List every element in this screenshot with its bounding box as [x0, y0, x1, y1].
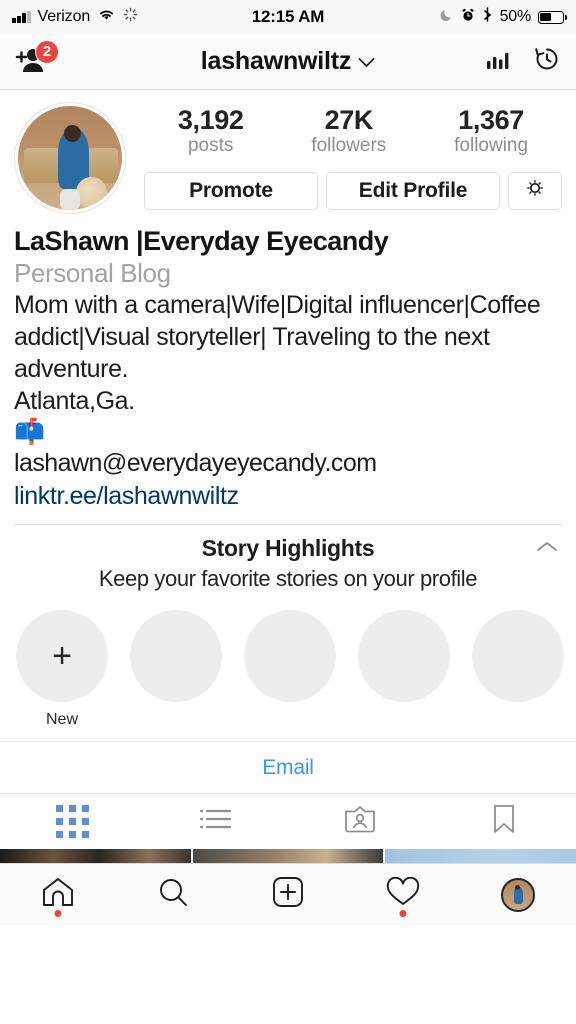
battery-icon: [538, 10, 568, 24]
tagged-person-icon: [343, 803, 377, 840]
story-highlights-subtitle: Keep your favorite stories on your profi…: [98, 566, 478, 592]
home-tab[interactable]: [0, 864, 115, 925]
profile-avatar[interactable]: [14, 102, 126, 214]
following-count: 1,367: [458, 105, 524, 135]
bio-website-link[interactable]: linktr.ee/lashawnwiltz: [14, 480, 562, 513]
heart-icon: [386, 876, 420, 912]
highlight-placeholder[interactable]: [244, 610, 336, 729]
posts-count: 3,192: [177, 105, 244, 135]
username-label: lashawnwiltz: [200, 47, 352, 75]
highlight-placeholder-circle: [358, 610, 450, 703]
plus-square-icon: [272, 876, 304, 913]
profile-avatar-icon: [501, 877, 536, 912]
highlight-placeholder-circle: [130, 610, 222, 703]
activity-notification-dot: [399, 910, 407, 918]
bottom-tab-bar: [0, 863, 576, 926]
instagram-profile-screen: Verizon 12:15 AM 50% 2 lashawnwiltz 3,19…: [0, 0, 576, 1024]
alarm-clock-icon: [461, 7, 475, 27]
highlight-placeholder-circle: [472, 610, 564, 703]
photo-thumbnail[interactable]: [192, 849, 384, 864]
wifi-icon: [97, 7, 116, 27]
status-bar: Verizon 12:15 AM 50%: [0, 0, 576, 34]
navigation-bar: 2 lashawnwiltz: [0, 34, 576, 90]
stat-followers[interactable]: 27K followers: [311, 105, 387, 158]
list-icon: [197, 804, 235, 839]
avatar-bag-shape: [59, 189, 81, 210]
profile-action-buttons: Promote Edit Profile: [144, 171, 562, 210]
highlight-placeholder[interactable]: [358, 610, 450, 729]
mailbox-emoji-icon: 📫: [14, 418, 46, 447]
highlight-placeholder[interactable]: [472, 610, 564, 729]
stat-following[interactable]: 1,367 following: [454, 105, 529, 158]
search-icon: [157, 876, 189, 913]
status-bar-left: Verizon: [12, 7, 138, 27]
activity-spinner-icon: [123, 7, 138, 27]
navigation-actions: [484, 44, 562, 79]
signal-bars-icon: [12, 11, 31, 23]
plus-icon: +: [52, 637, 72, 676]
avatar-dog-shape: [76, 176, 108, 208]
chevron-up-icon[interactable]: [534, 539, 560, 560]
insights-bar-chart-icon[interactable]: [484, 46, 510, 77]
story-highlights-row: + New: [0, 592, 576, 729]
search-tab[interactable]: [115, 864, 230, 925]
profile-header: 3,192 posts 27K followers 1,367 followin…: [0, 90, 576, 214]
avatar-image: [18, 106, 122, 210]
highlight-new-circle: +: [16, 610, 108, 703]
grid-icon: [55, 805, 89, 839]
bio-email: lashawn@everydayeyecandy.com: [14, 449, 377, 478]
home-notification-dot: [54, 910, 62, 918]
gear-icon: [524, 177, 546, 205]
archive-history-icon[interactable]: [532, 44, 562, 79]
moon-icon: [439, 7, 454, 27]
followers-count: 27K: [324, 105, 374, 135]
highlight-new-label: New: [45, 711, 78, 729]
content-tabs: [0, 793, 576, 849]
home-icon: [41, 876, 75, 913]
photo-grid-preview: [0, 849, 576, 864]
bio-text: Mom with a camera|Wife|Digital influence…: [14, 291, 541, 416]
highlight-placeholder[interactable]: [130, 610, 222, 729]
carrier-label: Verizon: [37, 8, 91, 25]
photo-thumbnail[interactable]: [385, 849, 576, 864]
chevron-down-icon: [358, 53, 375, 73]
discover-people-badge: 2: [35, 39, 59, 64]
story-highlights-title: Story Highlights: [201, 535, 375, 562]
bookmark-icon: [491, 803, 517, 840]
profile-stats: 3,192 posts 27K followers 1,367 followin…: [144, 102, 562, 158]
followers-label: followers: [311, 135, 387, 157]
tagged-tab[interactable]: [288, 794, 432, 849]
create-tab[interactable]: [230, 864, 345, 925]
profile-category: Personal Blog: [14, 257, 171, 288]
profile-stats-column: 3,192 posts 27K followers 1,367 followin…: [126, 102, 562, 214]
saved-tab[interactable]: [432, 794, 576, 849]
story-highlights-section: Story Highlights Keep your favorite stor…: [0, 525, 576, 729]
contact-row: Email: [0, 741, 576, 793]
highlight-placeholder-circle: [244, 610, 336, 703]
battery-percent-label: 50%: [499, 8, 532, 25]
following-label: following: [454, 135, 529, 157]
list-tab[interactable]: [144, 794, 288, 849]
status-bar-right: 50%: [439, 7, 568, 27]
posts-label: posts: [187, 135, 234, 157]
profile-tab[interactable]: [461, 864, 576, 925]
stat-posts[interactable]: 3,192 posts: [177, 105, 244, 158]
promote-button[interactable]: Promote: [144, 171, 318, 210]
edit-profile-button[interactable]: Edit Profile: [326, 171, 500, 210]
settings-button[interactable]: [508, 171, 562, 210]
display-name: LaShawn |Everyday Eyecandy: [14, 226, 389, 256]
highlight-new[interactable]: + New: [16, 610, 108, 729]
email-button[interactable]: Email: [262, 756, 314, 780]
bluetooth-icon: [482, 7, 493, 27]
profile-bio: LaShawn |Everyday Eyecandy Personal Blog…: [0, 214, 576, 526]
photo-thumbnail[interactable]: [0, 849, 191, 864]
grid-tab[interactable]: [0, 794, 144, 849]
activity-tab[interactable]: [346, 864, 461, 925]
discover-people-button[interactable]: 2: [14, 39, 59, 79]
